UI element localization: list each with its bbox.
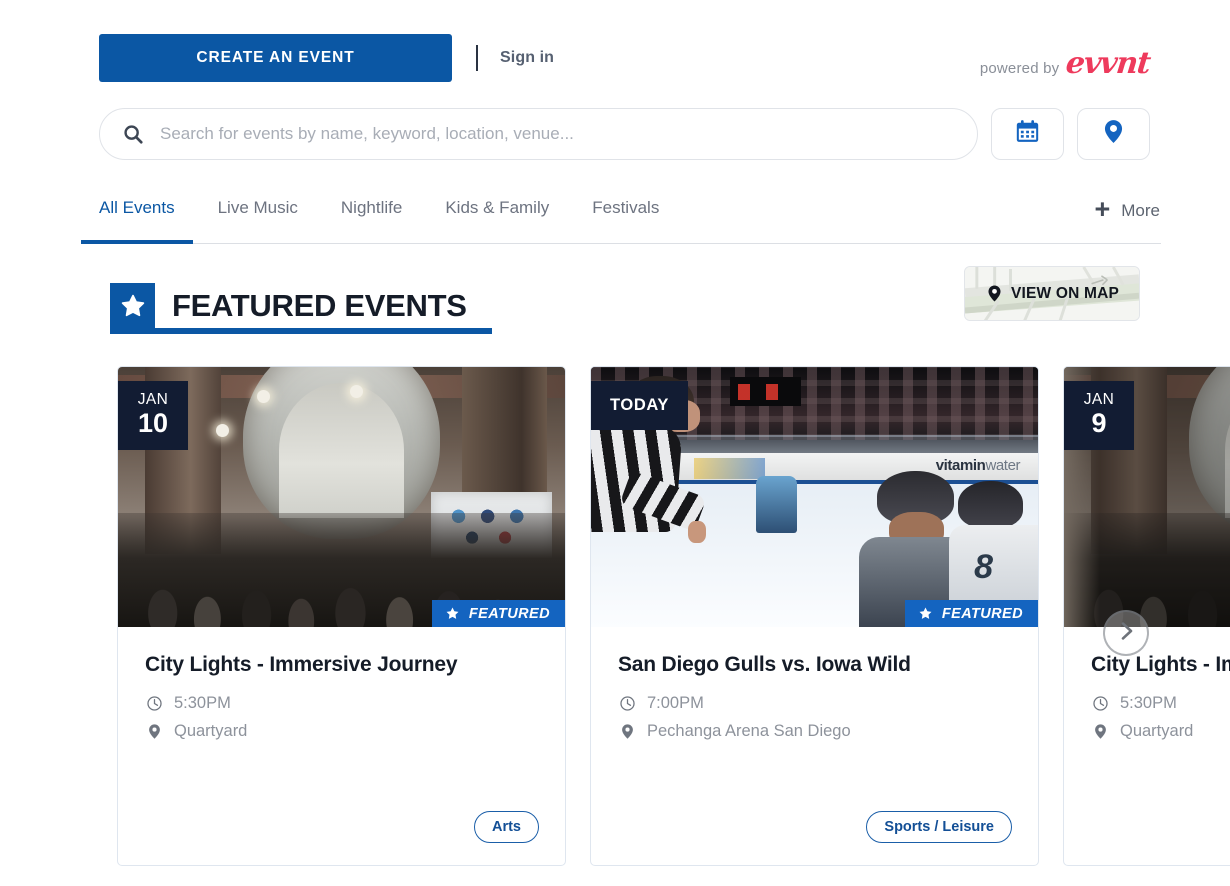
- event-image: JAN 9 FEATURED: [1064, 367, 1230, 627]
- page-root: CREATE AN EVENT Sign in powered by evvnt: [0, 0, 1230, 886]
- event-date-badge: TODAY: [591, 381, 688, 430]
- event-time: 7:00PM: [647, 694, 704, 712]
- event-date-badge: JAN 9: [1064, 381, 1134, 451]
- event-venue-row: Pechanga Arena San Diego: [618, 722, 1011, 741]
- tab-live-music[interactable]: Live Music: [218, 178, 298, 244]
- clock-icon: [1091, 695, 1109, 712]
- event-venue-row: Quartyard: [145, 722, 538, 741]
- event-time-row: 5:30PM: [1091, 694, 1230, 713]
- section-underline: [110, 328, 492, 334]
- featured-label: FEATURED: [941, 605, 1023, 622]
- featured-events-carousel: JAN 10 FEATURED City Lights - Immersive …: [117, 366, 1230, 867]
- event-time: 5:30PM: [174, 694, 231, 712]
- map-pin-icon: [1100, 118, 1127, 150]
- event-details: City Lights - Immersive Journey 5:30PM: [1064, 627, 1230, 865]
- event-card[interactable]: JAN 9 FEATURED City Lights - Immersive J…: [1063, 366, 1230, 866]
- event-venue-row: Quartyard: [1091, 722, 1230, 741]
- star-icon: [110, 283, 155, 328]
- event-category-tag[interactable]: Arts: [473, 811, 539, 843]
- event-date-day: 9: [1091, 408, 1107, 439]
- sign-in-link[interactable]: Sign in: [500, 49, 554, 67]
- brand-name-label: evvnt: [1064, 46, 1152, 81]
- tabs-list: All Events Live Music Nightlife Kids & F…: [81, 178, 702, 244]
- more-categories-button[interactable]: + More: [1094, 178, 1160, 244]
- view-on-map-label: VIEW ON MAP: [1010, 284, 1120, 302]
- event-date-day: 10: [137, 408, 169, 439]
- event-title: City Lights - Immersive Journey: [145, 653, 458, 676]
- event-date-text: TODAY: [610, 396, 669, 414]
- event-time: 5:30PM: [1120, 694, 1177, 712]
- event-details: San Diego Gulls vs. Iowa Wild 7:00PM Pec…: [591, 627, 1038, 865]
- more-label: More: [1121, 201, 1160, 220]
- event-venue: Quartyard: [174, 722, 248, 740]
- tab-kids-family[interactable]: Kids & Family: [445, 178, 549, 244]
- map-pin-icon: [618, 723, 636, 740]
- page-title: FEATURED EVENTS: [172, 288, 467, 323]
- star-icon: [446, 607, 459, 619]
- category-tabs: All Events Live Music Nightlife Kids & F…: [81, 178, 1161, 244]
- tab-festivals[interactable]: Festivals: [592, 178, 659, 244]
- event-time-row: 7:00PM: [618, 694, 1011, 713]
- event-card[interactable]: JAN 10 FEATURED City Lights - Immersive …: [117, 366, 566, 866]
- search-row: [99, 108, 1150, 160]
- event-image: vitaminwater 8 TODAY FEATURED: [591, 367, 1038, 627]
- event-title: City Lights - Immersive Journey: [1091, 653, 1230, 676]
- search-input[interactable]: [160, 124, 955, 144]
- event-card[interactable]: vitaminwater 8 TODAY FEATURED San Diego …: [590, 366, 1039, 866]
- search-icon: [122, 123, 144, 145]
- event-title: San Diego Gulls vs. Iowa Wild: [618, 653, 911, 676]
- top-bar: CREATE AN EVENT Sign in powered by evvnt: [99, 34, 1152, 82]
- featured-badge: FEATURED: [904, 600, 1038, 627]
- event-category-tag[interactable]: Sports / Leisure: [866, 811, 1012, 843]
- calendar-icon: [1014, 118, 1041, 150]
- header-divider: [476, 45, 478, 71]
- map-pin-icon: [1091, 723, 1109, 740]
- carousel-next-button[interactable]: [1103, 610, 1149, 656]
- featured-badge: FEATURED: [431, 600, 565, 627]
- clock-icon: [618, 695, 636, 712]
- map-pin-icon: [145, 723, 163, 740]
- event-time-row: 5:30PM: [145, 694, 538, 713]
- event-date-month: JAN: [1083, 391, 1115, 408]
- location-filter-button[interactable]: [1076, 108, 1150, 160]
- event-venue: Quartyard: [1120, 722, 1194, 740]
- plus-icon: +: [1094, 194, 1111, 224]
- search-box[interactable]: [99, 108, 978, 160]
- featured-events-header: FEATURED EVENTS: [110, 283, 492, 335]
- chevron-right-icon: [1114, 619, 1138, 648]
- create-event-button[interactable]: CREATE AN EVENT: [99, 34, 452, 82]
- calendar-filter-button[interactable]: [990, 108, 1064, 160]
- event-venue: Pechanga Arena San Diego: [647, 722, 851, 740]
- clock-icon: [145, 695, 163, 712]
- featured-label: FEATURED: [468, 605, 550, 622]
- star-icon: [919, 607, 932, 619]
- brand-prefix-label: powered by: [979, 60, 1060, 77]
- event-details: City Lights - Immersive Journey 5:30PM: [118, 627, 565, 865]
- tab-all-events[interactable]: All Events: [81, 178, 193, 244]
- event-date-badge: JAN 10: [118, 381, 188, 451]
- map-pin-icon: [985, 284, 1004, 303]
- tab-nightlife[interactable]: Nightlife: [341, 178, 402, 244]
- event-date-month: JAN: [137, 391, 169, 408]
- view-on-map-button[interactable]: VIEW ON MAP: [964, 266, 1140, 321]
- brand-logo: powered by evvnt: [979, 46, 1152, 81]
- event-image: JAN 10 FEATURED: [118, 367, 565, 627]
